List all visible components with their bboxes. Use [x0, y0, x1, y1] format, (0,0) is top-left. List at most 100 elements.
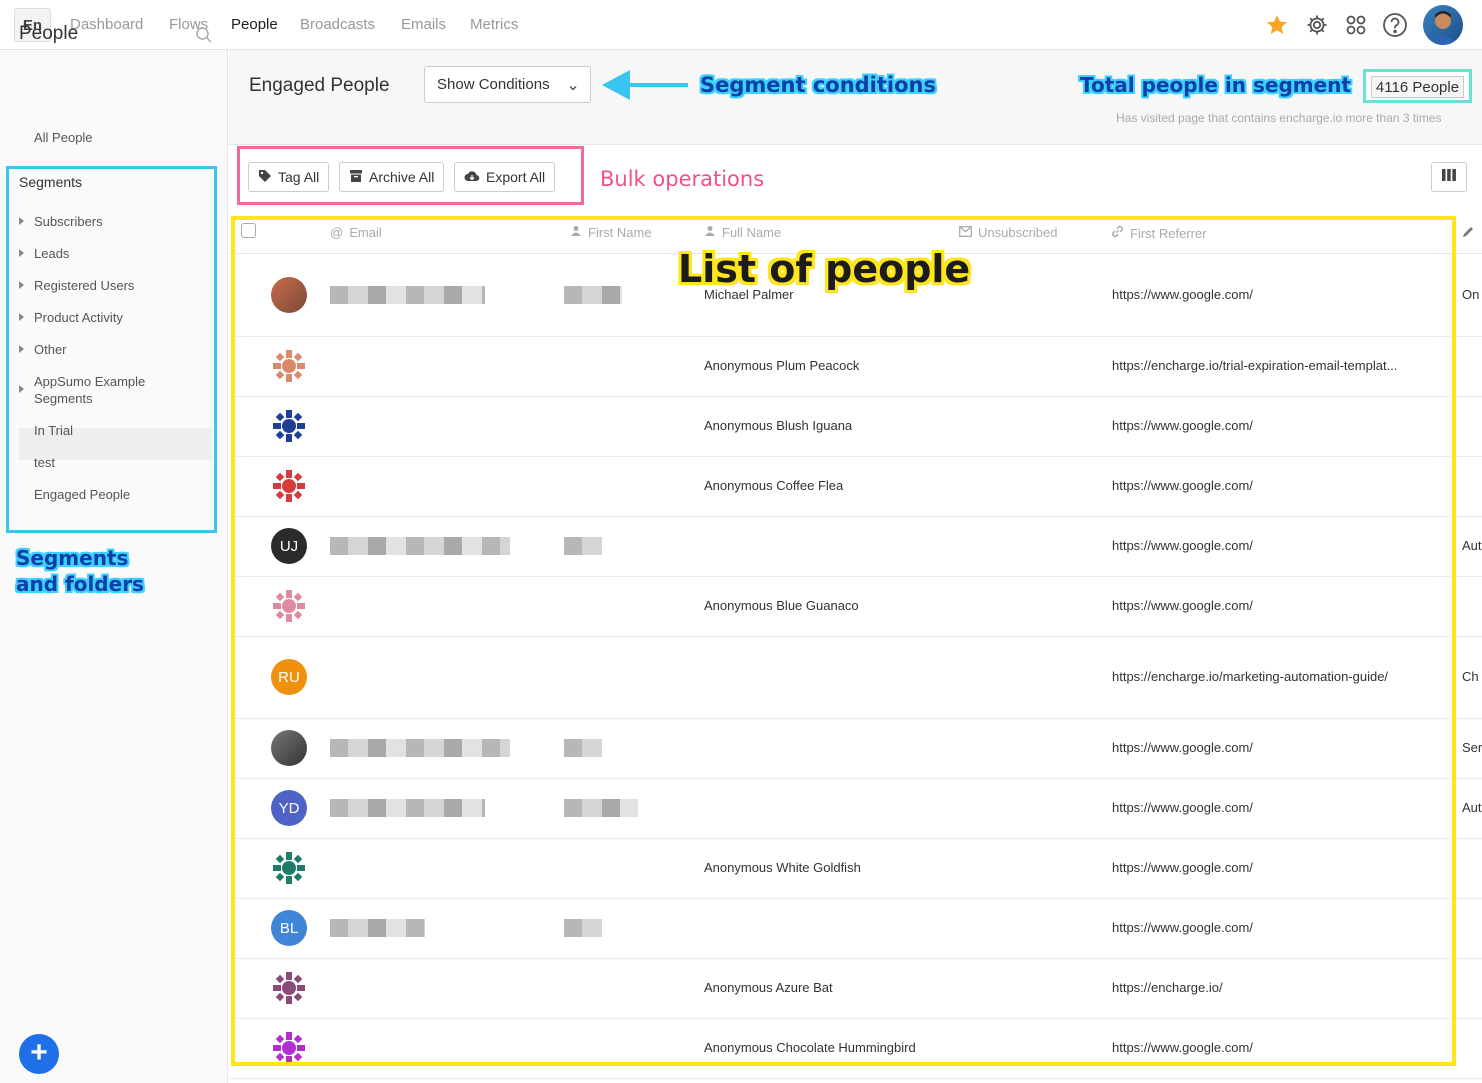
redacted-value [330, 286, 485, 304]
cell-first-referrer[interactable]: https://www.google.com/ [1112, 418, 1253, 433]
export-all-button[interactable]: Export All [454, 162, 556, 192]
annotation-box-count: 4116 People [1363, 69, 1472, 103]
cell-full-name: Anonymous Plum Peacock [704, 358, 860, 373]
row-divider [229, 778, 1482, 779]
add-segment-button[interactable]: + [19, 1034, 59, 1074]
columns-button[interactable] [1431, 162, 1467, 192]
export-all-label: Export All [486, 169, 546, 185]
cloud-download-icon [464, 169, 480, 186]
row-divider [229, 396, 1482, 397]
cell-full-name: Anonymous Chocolate Hummingbird [704, 1040, 916, 1055]
cell-first-referrer[interactable]: https://www.google.com/ [1112, 800, 1253, 815]
avatar[interactable]: RU [271, 659, 307, 695]
cell-first-referrer[interactable]: https://encharge.io/ [1112, 980, 1223, 995]
column-header-email[interactable]: @ Email [330, 225, 382, 240]
nav-dashboard[interactable]: Dashboard [70, 16, 143, 33]
row-divider [229, 718, 1482, 719]
cell-full-name: Anonymous Blue Guanaco [704, 598, 859, 613]
column-header-full-name[interactable]: Full Name [704, 225, 781, 240]
avatar[interactable]: UJ [271, 528, 307, 564]
cell-full-name: Anonymous Azure Bat [704, 980, 833, 995]
star-icon[interactable] [1264, 12, 1290, 38]
cell-first-referrer[interactable]: https://www.google.com/ [1112, 1040, 1253, 1055]
row-divider [229, 838, 1482, 839]
nav-emails[interactable]: Emails [401, 16, 446, 33]
segment-header [229, 50, 1482, 145]
row-divider [229, 636, 1482, 637]
at-icon: @ [330, 225, 344, 240]
gear-icon[interactable] [1304, 12, 1330, 38]
avatar[interactable]: YD [271, 790, 307, 826]
cell-first-referrer[interactable]: https://www.google.com/ [1112, 860, 1253, 875]
annotation-list-of-people: List of people [678, 247, 971, 291]
cell-first-referrer[interactable]: https://encharge.io/trial-expiration-ema… [1112, 358, 1397, 373]
avatar[interactable] [271, 850, 307, 886]
annotation-segment-conditions: Segment conditions [700, 73, 936, 97]
nav-metrics[interactable]: Metrics [470, 16, 518, 33]
apps-icon[interactable] [1343, 12, 1369, 38]
person-icon [570, 225, 582, 240]
row-divider [229, 898, 1482, 899]
nav-broadcasts[interactable]: Broadcasts [300, 16, 375, 33]
cell-first-referrer[interactable]: https://www.google.com/ [1112, 538, 1253, 553]
help-icon[interactable] [1382, 12, 1408, 38]
avatar[interactable] [271, 277, 307, 313]
annotation-box-list [231, 216, 1456, 1066]
row-divider [229, 516, 1482, 517]
columns-icon [1442, 168, 1456, 186]
nav-people[interactable]: People [231, 16, 278, 33]
avatar[interactable] [271, 348, 307, 384]
cell-truncated: Aut [1462, 538, 1482, 553]
cell-truncated: On [1462, 287, 1480, 302]
column-label: Unsubscribed [978, 225, 1058, 240]
annotation-bulk-operations: Bulk operations [600, 167, 765, 191]
avatar[interactable] [271, 408, 307, 444]
cell-first-referrer[interactable]: https://encharge.io/marketing-automation… [1112, 669, 1388, 684]
avatar-initials: RU [278, 668, 300, 686]
column-header-first-referrer[interactable]: First Referrer [1111, 225, 1207, 241]
tag-all-button[interactable]: Tag All [248, 162, 330, 192]
condition-summary: Has visited page that contains encharge.… [1116, 111, 1442, 125]
redacted-value [564, 799, 638, 817]
tag-icon [258, 169, 272, 186]
cell-truncated: Ser [1462, 740, 1482, 755]
avatar[interactable] [271, 730, 307, 766]
column-label: Full Name [722, 225, 782, 240]
avatar[interactable] [271, 1030, 307, 1066]
cell-first-referrer[interactable]: https://www.google.com/ [1112, 920, 1253, 935]
link-icon [1111, 225, 1124, 241]
avatar[interactable] [271, 970, 307, 1006]
annotation-and-folders: and folders [16, 572, 144, 596]
cell-first-referrer[interactable]: https://www.google.com/ [1112, 598, 1253, 613]
pencil-icon[interactable] [1461, 225, 1475, 244]
sidebar-title: People [19, 23, 79, 44]
cell-full-name: Anonymous Coffee Flea [704, 478, 844, 493]
redacted-value [330, 537, 510, 555]
archive-all-button[interactable]: Archive All [339, 162, 445, 192]
user-avatar[interactable] [1423, 5, 1463, 45]
row-divider [229, 1018, 1482, 1019]
avatar-initials: BL [279, 919, 299, 937]
column-label: First Name [588, 225, 652, 240]
search-icon[interactable] [195, 26, 213, 49]
cell-first-referrer[interactable]: https://www.google.com/ [1112, 478, 1253, 493]
column-header-unsubscribed[interactable]: Unsubscribed [959, 225, 1058, 240]
redacted-value [330, 799, 485, 817]
avatar[interactable] [271, 588, 307, 624]
column-header-first-name[interactable]: First Name [570, 225, 652, 240]
cell-first-referrer[interactable]: https://www.google.com/ [1112, 740, 1253, 755]
row-divider [229, 336, 1482, 337]
show-conditions-button[interactable]: Show Conditions [424, 66, 591, 103]
envelope-icon [959, 225, 972, 240]
annotation-box-segments [6, 166, 217, 533]
page-title: Engaged People [249, 75, 390, 96]
row-divider [229, 456, 1482, 457]
cell-first-referrer[interactable]: https://www.google.com/ [1112, 287, 1253, 302]
redacted-value [330, 739, 510, 757]
sidebar-item-all-people[interactable]: All People [34, 130, 93, 145]
redacted-value [564, 739, 602, 757]
avatar[interactable] [271, 468, 307, 504]
avatar[interactable]: BL [271, 910, 307, 946]
select-all-checkbox[interactable] [241, 223, 256, 238]
column-label: First Referrer [1130, 225, 1207, 241]
